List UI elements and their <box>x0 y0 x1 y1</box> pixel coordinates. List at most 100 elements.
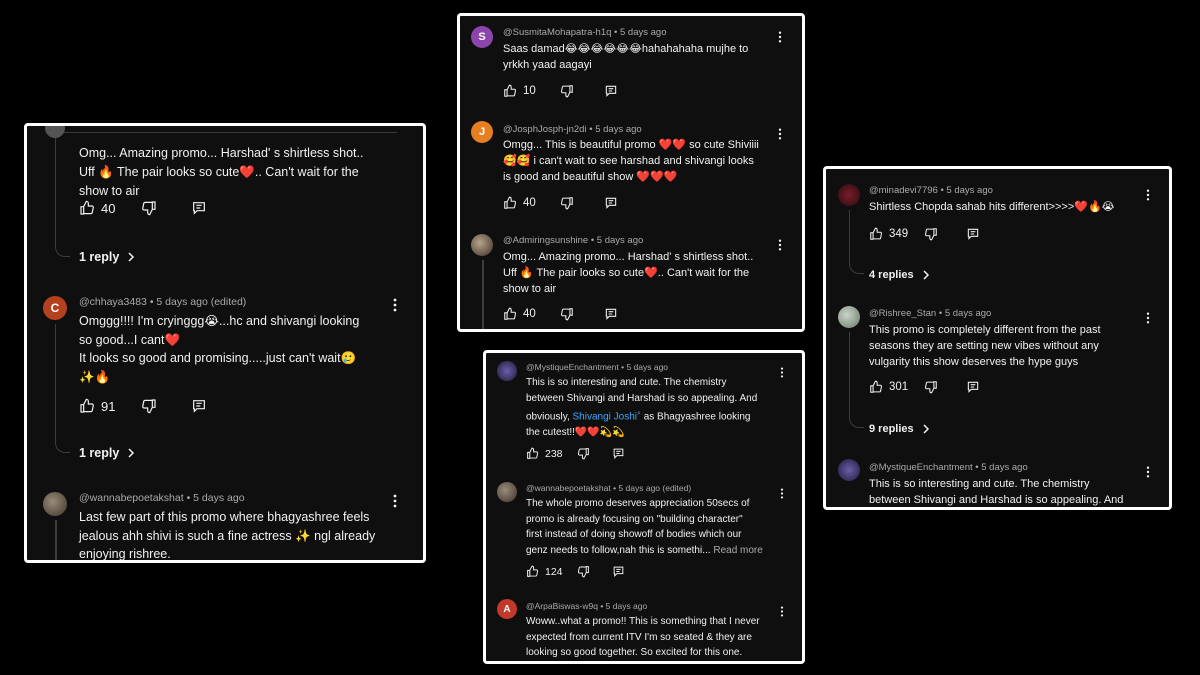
more-options-button[interactable] <box>1146 311 1150 329</box>
dislike-button[interactable] <box>560 84 574 98</box>
comment-meta: @Rishree_Stan • 5 days ago <box>869 308 991 319</box>
like-button[interactable]: 91 <box>79 398 115 414</box>
reply-comment-icon <box>605 197 616 209</box>
avatar[interactable]: J <box>471 121 493 143</box>
avatar[interactable] <box>838 306 860 328</box>
dislike-button[interactable] <box>924 227 938 241</box>
avatar[interactable] <box>43 492 67 516</box>
thumbs-down-icon <box>142 399 157 414</box>
like-button[interactable]: 40 <box>503 307 536 321</box>
comment-author[interactable]: @wannabepoetakshat <box>526 483 611 493</box>
like-button[interactable]: 40 <box>79 200 115 216</box>
comment-author[interactable]: @SusmitaMohapatra-h1q <box>503 27 611 38</box>
dislike-button[interactable] <box>141 398 157 414</box>
more-options-button[interactable] <box>778 238 782 256</box>
more-vert-icon <box>393 298 397 312</box>
comment-meta: @MystiqueEnchantment • 5 days ago <box>526 362 668 372</box>
read-more-link[interactable]: Read more <box>713 545 762 556</box>
comment-timestamp: • 5 days ago <box>938 308 992 319</box>
like-button[interactable]: 238 <box>526 447 563 460</box>
view-replies-button[interactable]: 9 replies <box>869 423 930 435</box>
dislike-button[interactable] <box>560 196 574 210</box>
more-options-button[interactable] <box>1146 465 1150 483</box>
dislike-button[interactable] <box>577 565 590 578</box>
reply-button[interactable] <box>966 380 980 394</box>
comment-timestamp: • 5 days ago <box>940 185 993 196</box>
comment-author[interactable]: @wannabepoetakshat <box>79 492 184 504</box>
avatar[interactable]: A <box>497 599 517 619</box>
like-button[interactable]: 124 <box>526 565 563 578</box>
comment-timestamp: • 5 days ago <box>614 27 667 38</box>
thumbs-down-icon <box>925 228 937 241</box>
more-vert-icon <box>1146 466 1150 478</box>
dislike-button[interactable] <box>141 200 157 216</box>
reply-button[interactable] <box>191 200 207 216</box>
comment-author[interactable]: @chhaya3483 <box>79 296 147 308</box>
more-options-button[interactable] <box>780 486 784 504</box>
avatar-initial: J <box>478 126 486 138</box>
thread-line <box>55 520 57 560</box>
comment-text: Omg... Amazing promo... Harshad' s shirt… <box>79 146 364 198</box>
comment-meta: @wannabepoetakshat • 5 days ago (edited) <box>526 483 691 493</box>
thumbs-down-icon <box>925 381 937 394</box>
avatar[interactable] <box>497 361 517 381</box>
reply-button[interactable] <box>191 398 207 414</box>
like-button[interactable]: 301 <box>869 380 908 394</box>
comment-author[interactable]: @Admiringsunshine <box>503 235 588 246</box>
like-button[interactable]: 40 <box>503 196 536 210</box>
dislike-button[interactable] <box>577 447 590 460</box>
more-options-button[interactable] <box>778 127 782 145</box>
comment-meta: @wannabepoetakshat • 5 days ago <box>79 492 245 504</box>
avatar[interactable]: C <box>43 296 67 320</box>
mention-link[interactable]: Shivangi Joshi <box>573 411 637 422</box>
comment-author[interactable]: @MystiqueEnchantment <box>869 462 973 473</box>
reply-comment-icon <box>193 202 206 215</box>
thumbs-down-icon <box>142 201 157 216</box>
more-options-button[interactable] <box>780 365 784 383</box>
avatar[interactable] <box>497 482 517 502</box>
reply-button[interactable] <box>966 227 980 241</box>
more-options-button[interactable] <box>393 494 397 513</box>
more-vert-icon <box>778 31 782 43</box>
like-count: 40 <box>101 200 116 216</box>
comment-author[interactable]: @ArpaBiswas-w9q <box>526 601 598 611</box>
comment-author[interactable]: @JosphJosph-jn2di <box>503 124 587 135</box>
more-options-button[interactable] <box>778 30 782 48</box>
more-options-button[interactable] <box>1146 188 1150 206</box>
reply-comment-icon <box>605 85 616 97</box>
avatar-initial: A <box>503 603 511 615</box>
comment-author[interactable]: @minadevi7796 <box>869 185 938 196</box>
reply-comment-icon <box>605 308 616 320</box>
comment-text: The whole promo deserves appreciation 50… <box>526 498 763 556</box>
avatar[interactable] <box>471 234 493 256</box>
comment-meta: @SusmitaMohapatra-h1q • 5 days ago <box>503 27 667 38</box>
comment-author[interactable]: @MystiqueEnchantment <box>526 362 619 372</box>
dislike-button[interactable] <box>924 380 938 394</box>
more-vert-icon <box>780 367 784 378</box>
reply-button[interactable] <box>604 307 618 321</box>
more-vert-icon <box>780 606 784 617</box>
comment-meta: @JosphJosph-jn2di • 5 days ago <box>503 124 642 135</box>
more-options-button[interactable] <box>393 298 397 317</box>
reply-button[interactable] <box>604 84 618 98</box>
more-options-button[interactable] <box>780 604 784 622</box>
comment-text: Shirtless Chopda sahab hits different>>>… <box>869 201 1115 213</box>
avatar[interactable] <box>45 126 65 138</box>
reply-button[interactable] <box>612 565 625 578</box>
view-replies-button[interactable]: 1 reply <box>79 446 135 460</box>
avatar-initial: C <box>50 301 60 315</box>
thumbs-up-icon <box>870 227 883 240</box>
avatar[interactable]: S <box>471 26 493 48</box>
avatar[interactable] <box>838 184 860 206</box>
reply-button[interactable] <box>612 447 625 460</box>
dislike-button[interactable] <box>560 307 574 321</box>
avatar[interactable] <box>838 459 860 481</box>
comment-author[interactable]: @Rishree_Stan <box>869 308 936 319</box>
view-replies-button[interactable]: 1 reply <box>79 250 135 264</box>
view-replies-button[interactable]: 4 replies <box>869 269 930 281</box>
more-vert-icon <box>1146 312 1150 324</box>
reply-button[interactable] <box>604 196 618 210</box>
like-button[interactable]: 349 <box>869 227 908 241</box>
like-button[interactable]: 10 <box>503 84 536 98</box>
comment-timestamp: • 5 days ago <box>621 362 669 372</box>
